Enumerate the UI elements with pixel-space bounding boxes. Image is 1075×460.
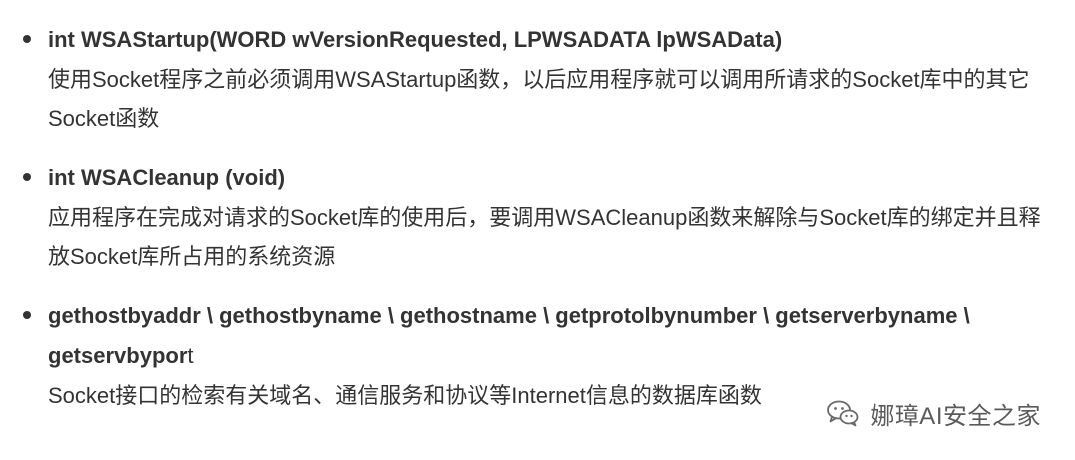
bullet-icon [23,311,31,319]
wechat-icon [826,399,860,427]
article-content: int WSAStartup(WORD wVersionRequested, L… [0,20,1075,435]
signature-tail: t [187,343,194,368]
list-item: int WSAStartup(WORD wVersionRequested, L… [0,20,1075,138]
bullet-icon [23,173,31,181]
function-description: 使用Socket程序之前必须调用WSAStartup函数，以后应用程序就可以调用… [48,67,1030,131]
function-signature: gethostbyaddr \ gethostbyname \ gethostn… [48,296,1061,376]
watermark: 娜璋AI安全之家 [826,393,1041,433]
function-description: 应用程序在完成对请求的Socket库的使用后，要调用WSACleanup函数来解… [48,205,1041,269]
function-list: int WSAStartup(WORD wVersionRequested, L… [0,20,1075,415]
function-signature: int WSAStartup(WORD wVersionRequested, L… [48,20,1061,60]
signature-text: int WSACleanup (void) [48,165,286,190]
signature-text: int WSAStartup(WORD wVersionRequested, L… [48,27,783,52]
watermark-text: 娜璋AI安全之家 [870,402,1041,430]
bullet-icon [23,35,31,43]
list-item: int WSACleanup (void) 应用程序在完成对请求的Socket库… [0,158,1075,276]
function-signature: int WSACleanup (void) [48,158,1061,198]
